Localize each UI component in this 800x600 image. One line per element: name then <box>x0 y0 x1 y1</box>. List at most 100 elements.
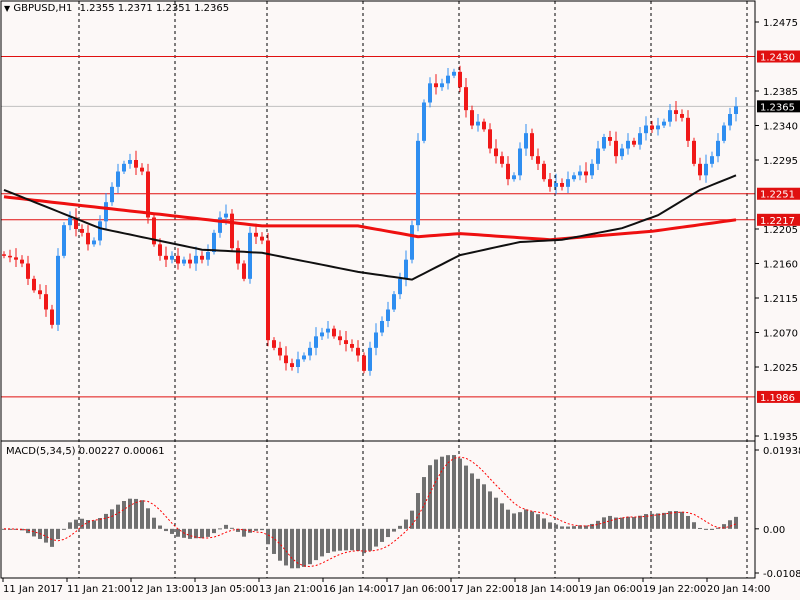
macd-histogram-bar <box>74 519 78 529</box>
bull-candle <box>392 294 396 310</box>
macd-histogram-bar <box>308 528 312 565</box>
bull-candle <box>314 336 318 348</box>
macd-histogram-bar <box>458 458 462 529</box>
macd-panel <box>2 455 738 569</box>
bull-candle <box>722 125 726 141</box>
macd-histogram-bar <box>284 528 288 566</box>
macd-histogram-bar <box>632 517 636 529</box>
y-tick-label: 1.2070 <box>763 329 798 340</box>
macd-histogram-bar <box>50 528 54 547</box>
bull-candle <box>374 332 378 348</box>
x-tick-label: 19 Jan 06:00 <box>579 584 642 595</box>
y-tick-label: 1.2295 <box>763 156 798 167</box>
bear-candle <box>536 156 540 164</box>
bull-candle <box>212 232 216 252</box>
macd-histogram-bar <box>158 525 162 529</box>
macd-histogram-bar <box>548 522 552 529</box>
macd-histogram-bar <box>524 509 528 529</box>
bull-candle <box>734 106 738 114</box>
bear-candle <box>278 347 282 356</box>
macd-histogram-bar <box>272 528 276 554</box>
macd-histogram-bar <box>506 509 510 529</box>
bull-candle <box>326 328 330 333</box>
macd-histogram-bar <box>470 473 474 529</box>
macd-histogram-bar <box>302 528 306 567</box>
bear-candle <box>188 259 192 264</box>
bear-candle <box>134 160 138 168</box>
bear-candle <box>614 140 618 157</box>
bear-candle <box>488 129 492 149</box>
price-chart[interactable]: 1.24301.22511.22171.19861.2365 1.24751.2… <box>0 0 800 600</box>
macd-histogram-bar <box>536 514 540 529</box>
macd-histogram-bar <box>128 498 132 529</box>
chart-window[interactable]: 1.2430 1.2251 1.2217 1.1986 1.2365 1.2475 1.2… <box>0 0 800 600</box>
bull-candle <box>554 183 558 187</box>
macd-histogram-bar <box>404 519 408 529</box>
bull-candle <box>98 221 102 241</box>
bull-candle <box>320 332 324 337</box>
x-tick-label: 17 Jan 22:00 <box>451 584 514 595</box>
macd-histogram-bar <box>398 525 402 529</box>
bear-candle <box>2 254 6 256</box>
bull-candle <box>596 148 600 164</box>
bear-candle <box>686 117 690 141</box>
bull-candle <box>422 102 426 141</box>
macd-histogram-bar <box>374 528 378 547</box>
y-tick-label: 1.2025 <box>763 363 798 374</box>
level-price-label: 1.2251 <box>760 190 795 201</box>
macd-histogram-bar <box>692 522 696 529</box>
bear-candle <box>542 163 546 180</box>
bull-candle <box>296 359 300 367</box>
x-tick-label: 11 Jan 21:00 <box>67 584 130 595</box>
macd-histogram-bar <box>380 528 384 542</box>
bull-candle <box>68 217 72 226</box>
macd-histogram-bar <box>92 520 96 529</box>
macd-histogram-bar <box>164 528 168 532</box>
bear-candle <box>530 133 534 157</box>
macd-histogram-bar <box>494 497 498 529</box>
bull-candle <box>440 83 444 88</box>
bull-candle <box>206 252 210 260</box>
macd-histogram-bar <box>206 528 210 537</box>
macd-histogram-bar <box>638 515 642 529</box>
bull-candle <box>452 71 456 76</box>
macd-histogram-bar <box>704 528 708 530</box>
macd-histogram-bar <box>500 503 504 529</box>
y-tick-label: 1.2475 <box>763 18 798 29</box>
macd-histogram-bar <box>314 528 318 561</box>
macd-histogram-bar <box>368 528 372 551</box>
bear-candle <box>470 110 474 126</box>
macd-histogram-bar <box>662 512 666 529</box>
bear-candle <box>230 213 234 249</box>
macd-histogram-bar <box>566 526 570 529</box>
macd-histogram-bar <box>326 528 330 553</box>
bear-candle <box>50 309 54 325</box>
macd-histogram-bar <box>296 528 300 569</box>
macd-histogram-bar <box>626 516 630 529</box>
macd-histogram-bar <box>392 528 396 532</box>
slow-moving-average-line <box>3 195 737 242</box>
y-tick-label: 1.1935 <box>763 432 798 443</box>
bull-candle <box>638 133 642 145</box>
macd-histogram-bar <box>218 528 222 530</box>
bull-candle <box>368 347 372 371</box>
y-tick-label: 1.2385 <box>763 87 798 98</box>
macd-histogram-bar <box>530 511 534 529</box>
bear-candle <box>164 255 168 260</box>
bear-candle <box>26 263 30 279</box>
x-tick-label: 19 Jan 22:00 <box>643 584 706 595</box>
bear-candle <box>140 167 144 172</box>
bull-candle <box>476 121 480 126</box>
bear-candle <box>356 347 360 356</box>
bear-candle <box>506 163 510 180</box>
collapse-triangle-icon[interactable]: ▼ <box>4 4 10 13</box>
macd-y-tick-label: -0.01086 <box>763 569 800 580</box>
bear-candle <box>14 257 18 260</box>
macd-histogram-bar <box>80 518 84 529</box>
bull-candle <box>224 213 228 218</box>
bear-candle <box>350 344 354 348</box>
macd-histogram-bar <box>104 513 108 529</box>
bull-candle <box>56 255 60 325</box>
bull-candle <box>512 175 516 180</box>
bear-candle <box>434 83 438 88</box>
